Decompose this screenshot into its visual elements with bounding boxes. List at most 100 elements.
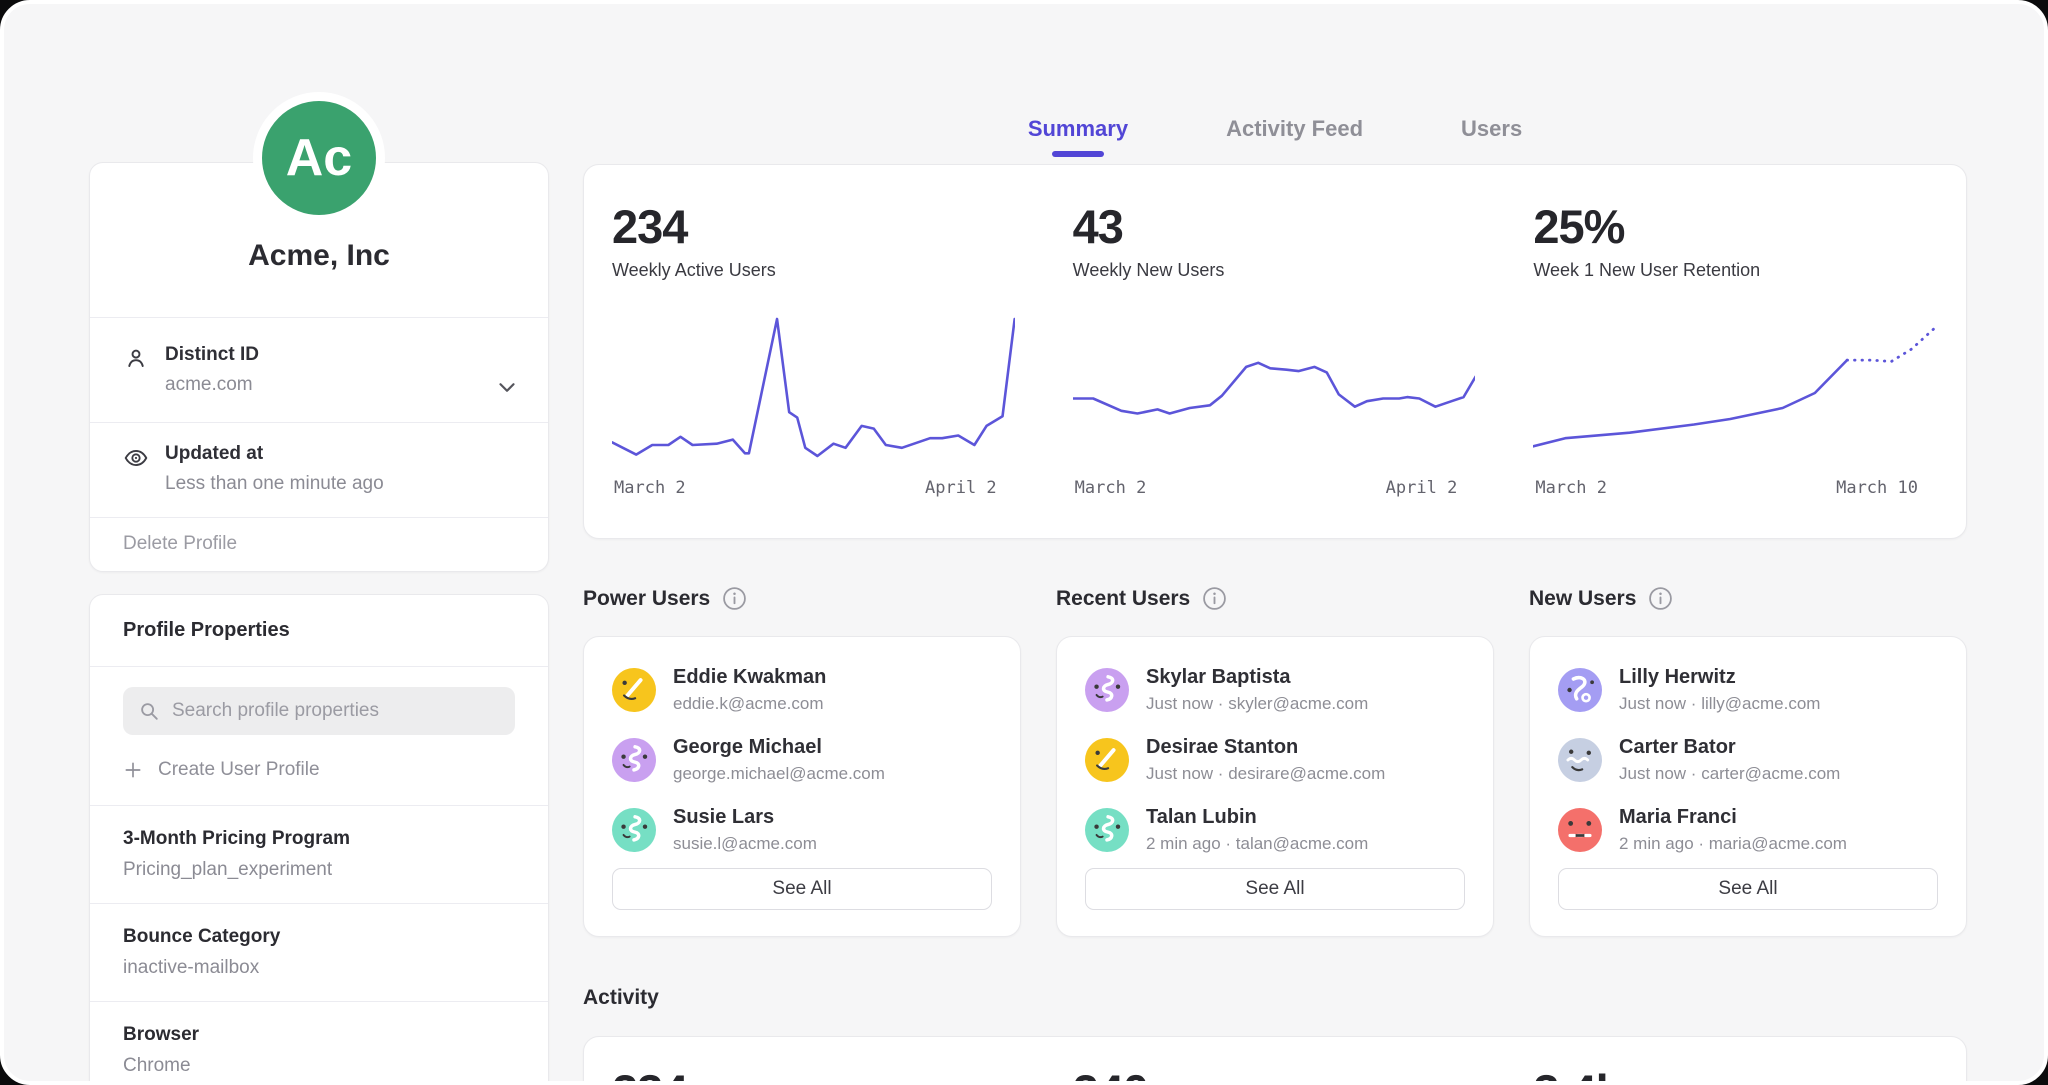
stat-label: Weekly Active Users (612, 260, 1015, 281)
app-window: Ac Acme, Inc Distinct ID acme.com (0, 0, 2048, 1085)
stat-weekly-active-users: 234 Weekly Active Users March 2 April 2 (584, 203, 1045, 538)
recent-users-card: Skylar Baptista Just now · skyler@acme.c… (1056, 636, 1494, 937)
retention-sparkline (1533, 315, 1936, 460)
section-title: Power Users (583, 587, 710, 611)
create-user-profile-button[interactable]: Create User Profile (123, 759, 515, 781)
see-all-button[interactable]: See All (612, 868, 992, 910)
eye-icon (123, 445, 149, 471)
user-list-item[interactable]: Lilly Herwitz Just now · lilly@acme.com (1558, 655, 1938, 725)
distinct-id-row[interactable]: Distinct ID acme.com (90, 317, 548, 422)
user-name: Desirae Stanton (1146, 736, 1385, 759)
stat-value: 234 (612, 1068, 1015, 1085)
property-row[interactable]: Bounce Category inactive-mailbox (90, 903, 548, 1001)
profile-properties-card: Profile Properties Create User Profile 3… (89, 594, 549, 1085)
user-detail: eddie.k@acme.com (673, 694, 826, 714)
weekly-new-users-sparkline (1073, 315, 1476, 460)
tab-summary[interactable]: Summary (1028, 116, 1128, 157)
user-avatar (1085, 668, 1129, 712)
property-row[interactable]: 3-Month Pricing Program Pricing_plan_exp… (90, 805, 548, 903)
user-lists-row: Eddie Kwakman eddie.k@acme.com George Mi… (583, 636, 1967, 937)
property-value: inactive-mailbox (123, 957, 515, 979)
property-name: Bounce Category (123, 926, 515, 948)
user-detail: susie.l@acme.com (673, 834, 817, 854)
user-avatar (1085, 808, 1129, 852)
x-axis-labels: March 2 April 2 (612, 478, 1015, 498)
create-user-profile-label: Create User Profile (158, 759, 320, 781)
stat-value: 240 (1073, 1068, 1476, 1085)
user-avatar (1558, 738, 1602, 782)
axis-tick: March 2 (614, 478, 686, 498)
tab-activity-feed[interactable]: Activity Feed (1226, 116, 1363, 157)
person-icon (123, 346, 149, 372)
updated-at-row: Updated at Less than one minute ago (90, 422, 548, 517)
search-icon (138, 700, 160, 722)
axis-tick: March 10 (1836, 478, 1918, 498)
axis-tick: April 2 (1386, 478, 1458, 498)
field-label: Distinct ID (165, 344, 259, 366)
recent-users-header: Recent Users (1056, 586, 1494, 611)
field-value: Less than one minute ago (165, 473, 384, 495)
user-list-item[interactable]: Skylar Baptista Just now · skyler@acme.c… (1085, 655, 1465, 725)
user-name: Susie Lars (673, 806, 817, 829)
user-list-item[interactable]: Desirae Stanton Just now · desirare@acme… (1085, 725, 1465, 795)
weekly-active-users-sparkline (612, 315, 1015, 460)
x-axis-labels: March 2 April 2 (1073, 478, 1476, 498)
axis-tick: April 2 (925, 478, 997, 498)
tab-label: Users (1461, 116, 1522, 141)
power-users-header: Power Users (583, 586, 1021, 611)
user-avatar (612, 808, 656, 852)
see-all-button[interactable]: See All (1558, 868, 1938, 910)
property-value: Pricing_plan_experiment (123, 859, 515, 881)
search-profile-properties[interactable] (123, 687, 515, 735)
user-name: Carter Bator (1619, 736, 1840, 759)
delete-profile-button[interactable]: Delete Profile (90, 517, 548, 571)
stat-label: Week 1 New User Retention (1533, 260, 1936, 281)
stat-label: Weekly New Users (1073, 260, 1476, 281)
active-tab-indicator (1052, 151, 1104, 157)
tab-bar: Summary Activity Feed Users (583, 116, 1967, 157)
user-name: Eddie Kwakman (673, 666, 826, 689)
user-list-item[interactable]: Talan Lubin 2 min ago · talan@acme.com (1085, 795, 1465, 865)
x-axis-labels: March 2 March 10 (1533, 478, 1936, 498)
tab-users[interactable]: Users (1461, 116, 1522, 157)
new-users-header: New Users (1529, 586, 1967, 611)
search-input[interactable] (172, 700, 500, 722)
field-value: acme.com (165, 374, 259, 396)
info-icon[interactable] (1648, 586, 1673, 611)
user-list-item[interactable]: Maria Franci 2 min ago · maria@acme.com (1558, 795, 1938, 865)
activity-stats-card: 234 240 3.4k (583, 1036, 1967, 1085)
user-detail: Just now · carter@acme.com (1619, 764, 1840, 784)
activity-stat-1: 234 (584, 1068, 1045, 1085)
activity-stat-3: 3.4k (1505, 1068, 1966, 1085)
info-icon[interactable] (1202, 586, 1227, 611)
axis-tick: March 2 (1535, 478, 1607, 498)
user-list-item[interactable]: Eddie Kwakman eddie.k@acme.com (612, 655, 992, 725)
stat-value: 234 (612, 203, 1015, 250)
power-users-card: Eddie Kwakman eddie.k@acme.com George Mi… (583, 636, 1021, 937)
property-value: Chrome (123, 1055, 515, 1077)
new-users-card: Lilly Herwitz Just now · lilly@acme.com … (1529, 636, 1967, 937)
user-list-item[interactable]: Carter Bator Just now · carter@acme.com (1558, 725, 1938, 795)
overview-stats-card: 234 Weekly Active Users March 2 April 2 … (583, 164, 1967, 539)
profile-properties-title: Profile Properties (90, 595, 548, 667)
user-avatar (1085, 738, 1129, 782)
activity-section-title: Activity (583, 986, 659, 1010)
stat-value: 43 (1073, 203, 1476, 250)
stat-value: 25% (1533, 203, 1936, 250)
see-all-button[interactable]: See All (1085, 868, 1465, 910)
plus-icon (123, 760, 143, 780)
chevron-down-icon[interactable] (494, 374, 520, 400)
user-name: Lilly Herwitz (1619, 666, 1820, 689)
property-name: Browser (123, 1024, 515, 1046)
user-detail: george.michael@acme.com (673, 764, 885, 784)
tab-label: Activity Feed (1226, 116, 1363, 141)
property-row[interactable]: Browser Chrome (90, 1001, 548, 1085)
user-list-item[interactable]: George Michael george.michael@acme.com (612, 725, 992, 795)
user-name: Skylar Baptista (1146, 666, 1368, 689)
user-list-item[interactable]: Susie Lars susie.l@acme.com (612, 795, 992, 865)
property-name: 3-Month Pricing Program (123, 828, 515, 850)
axis-tick: March 2 (1075, 478, 1147, 498)
tab-label: Summary (1028, 116, 1128, 141)
user-detail: 2 min ago · talan@acme.com (1146, 834, 1368, 854)
info-icon[interactable] (722, 586, 747, 611)
